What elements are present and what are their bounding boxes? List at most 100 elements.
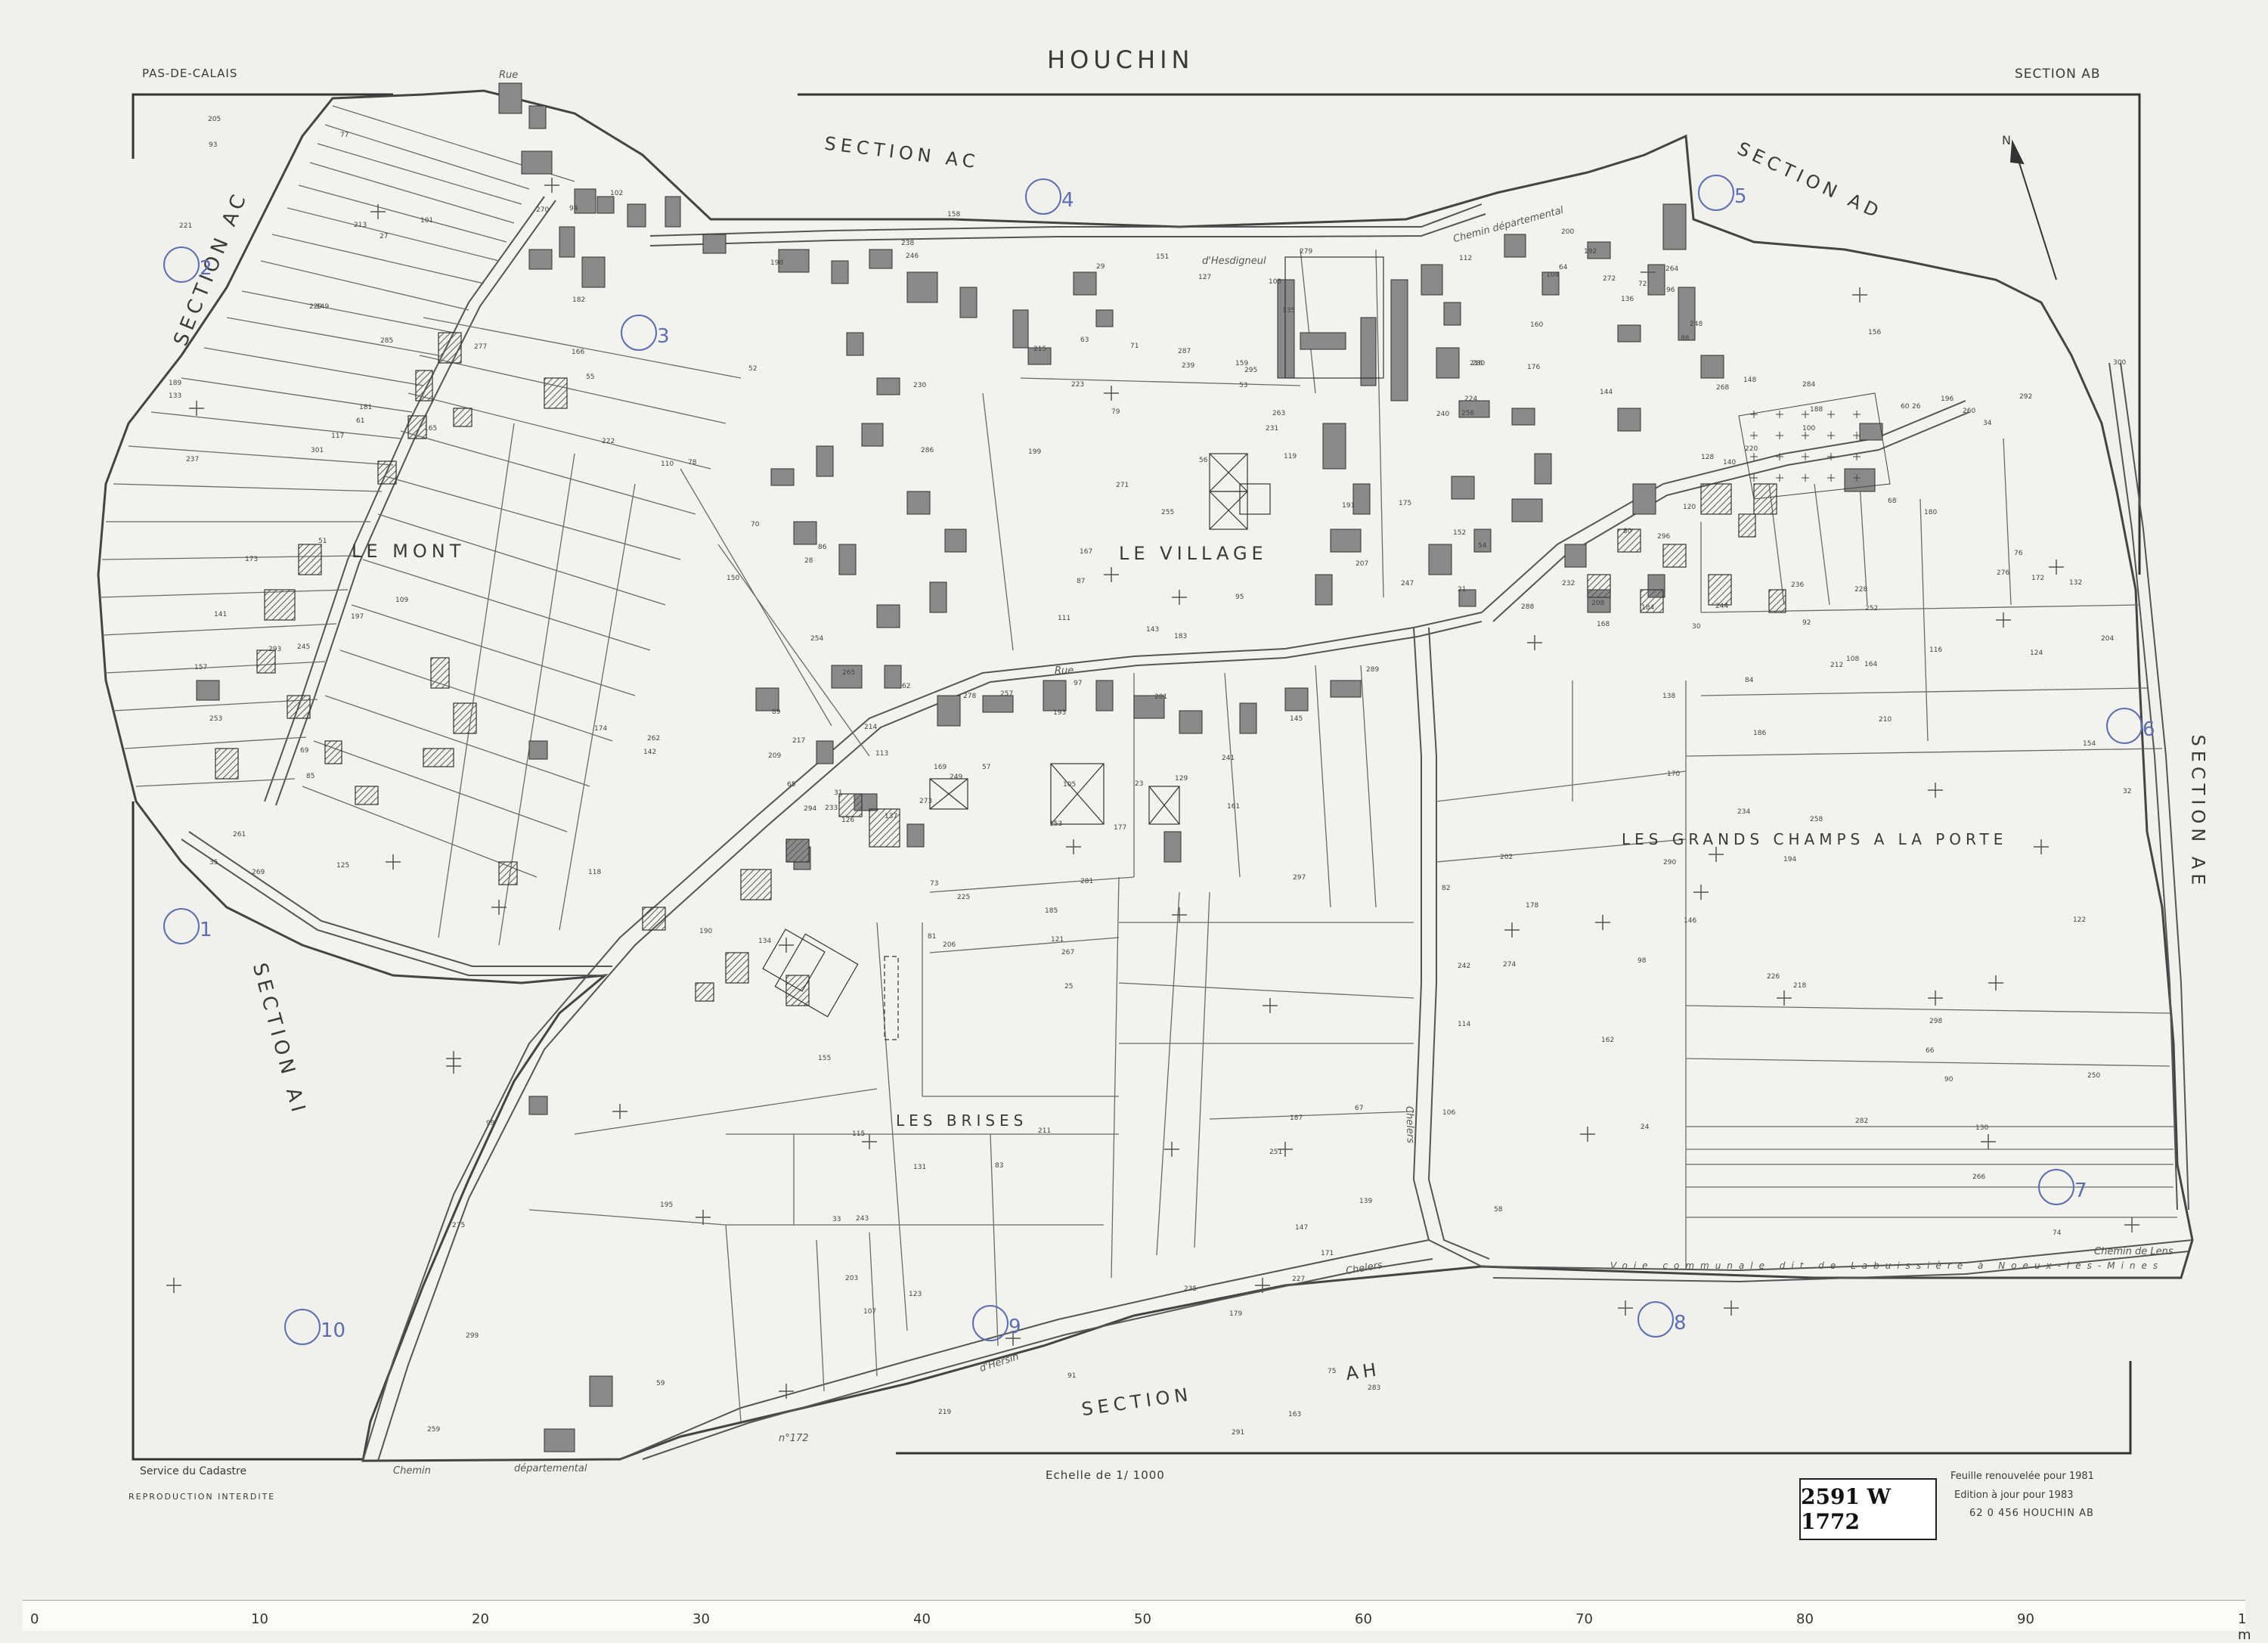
parcel-number: 29 bbox=[1096, 263, 1105, 271]
parcel-number: 273 bbox=[919, 798, 933, 805]
parcel-number: 125 bbox=[336, 862, 350, 870]
road-rue-mid: Rue bbox=[1055, 665, 1074, 677]
parcel-number: 182 bbox=[572, 296, 586, 304]
handwritten-number: 5 bbox=[1734, 185, 1747, 208]
measuring-ruler: 0 10 20 30 40 50 60 70 80 90 1 m bbox=[23, 1600, 2251, 1643]
section-label: SECTION AB bbox=[2015, 67, 2101, 82]
parcel-number: 167 bbox=[1080, 548, 1093, 556]
parcel-number: 233 bbox=[825, 804, 838, 812]
parcel-number: 291 bbox=[1232, 1429, 1245, 1437]
parcel-number: 243 bbox=[856, 1215, 869, 1223]
parcel-number: 263 bbox=[1272, 410, 1286, 417]
parcel-number: 227 bbox=[1292, 1276, 1306, 1283]
parcel-number: 93 bbox=[209, 141, 218, 149]
parcel-number: 194 bbox=[1783, 856, 1797, 863]
ruler-label: 90 bbox=[2017, 1611, 2034, 1627]
parcel-number: 162 bbox=[1601, 1037, 1615, 1044]
parcel-number: 269 bbox=[252, 869, 265, 876]
parcel-number: 95 bbox=[1235, 594, 1244, 601]
parcel-number: 282 bbox=[1855, 1118, 1869, 1125]
parcel-number: 296 bbox=[1657, 533, 1671, 541]
parcel-number: 172 bbox=[2031, 575, 2045, 582]
parcel-number: 289 bbox=[1366, 666, 1380, 674]
parcel-number: 61 bbox=[356, 417, 365, 425]
parcel-number: 59 bbox=[656, 1380, 665, 1387]
parcel-number: 123 bbox=[909, 1291, 922, 1298]
parcel-number: 174 bbox=[594, 725, 608, 733]
parcel-number: 57 bbox=[982, 764, 991, 771]
parcel-number: 242 bbox=[1458, 963, 1471, 970]
parcel-number: 241 bbox=[1222, 755, 1235, 762]
place-les-grands-champs: LES GRANDS CHAMPS A LA PORTE bbox=[1622, 830, 2008, 848]
parcel-number: 195 bbox=[660, 1201, 674, 1209]
handwritten-number: 9 bbox=[1009, 1316, 1021, 1338]
parcel-number: 130 bbox=[1975, 1124, 1989, 1132]
handwritten-number: 8 bbox=[1674, 1312, 1687, 1335]
parcel-number: 176 bbox=[1527, 364, 1541, 371]
parcel-number: 239 bbox=[1182, 362, 1195, 370]
parcel-number: 52 bbox=[748, 365, 758, 373]
handwritten-circle bbox=[1637, 1301, 1674, 1338]
parcel-number: 153 bbox=[1049, 820, 1063, 828]
parcel-number: 285 bbox=[380, 337, 394, 345]
parcel-number: 105 bbox=[1063, 781, 1077, 789]
parcel-number: 278 bbox=[963, 693, 977, 700]
parcel-number: 32 bbox=[2123, 788, 2132, 795]
parcel-number: 261 bbox=[233, 831, 246, 839]
parcel-number: 141 bbox=[214, 611, 228, 618]
parcel-number: 234 bbox=[1737, 808, 1751, 816]
parcel-number: 226 bbox=[1767, 973, 1780, 981]
parcel-number: 213 bbox=[354, 222, 367, 229]
parcel-number: 94 bbox=[569, 205, 578, 212]
parcel-number: 212 bbox=[1830, 662, 1844, 669]
parcel-number: 203 bbox=[845, 1275, 859, 1282]
parcel-number: 134 bbox=[758, 938, 772, 945]
parcel-number: 250 bbox=[2087, 1072, 2101, 1080]
handwritten-number: 10 bbox=[321, 1319, 346, 1342]
parcel-number: 183 bbox=[1174, 633, 1188, 640]
parcel-number: 196 bbox=[1941, 395, 1954, 403]
parcel-number: 244 bbox=[1715, 603, 1729, 610]
ruler-label: 80 bbox=[1796, 1611, 1814, 1627]
parcel-number: 24 bbox=[1641, 1124, 1650, 1131]
parcel-number: 219 bbox=[938, 1409, 952, 1416]
parcel-number: 179 bbox=[1229, 1310, 1243, 1318]
parcel-number: 31 bbox=[834, 789, 843, 797]
commune-title: HOUCHIN bbox=[1047, 45, 1194, 74]
edition-label: Edition à jour pour 1983 bbox=[1954, 1490, 2074, 1501]
parcel-number: 231 bbox=[1266, 425, 1279, 432]
parcel-number: 283 bbox=[1368, 1384, 1381, 1392]
parcel-number: 147 bbox=[1295, 1224, 1309, 1232]
parcel-number: 206 bbox=[943, 941, 956, 949]
road-no172: n°172 bbox=[779, 1433, 809, 1444]
place-le-mont: LE MONT bbox=[352, 541, 466, 562]
parcel-number: 247 bbox=[1401, 580, 1414, 587]
parcel-number: 205 bbox=[208, 116, 222, 123]
parcel-number: 168 bbox=[1597, 621, 1610, 628]
parcel-number: 83 bbox=[995, 1162, 1004, 1170]
parcel-number: 121 bbox=[1051, 936, 1064, 944]
parcel-number: 118 bbox=[588, 869, 602, 876]
parcel-number: 63 bbox=[1080, 336, 1089, 344]
parcel-number: 236 bbox=[1791, 581, 1805, 589]
parcel-number: 170 bbox=[1667, 770, 1681, 778]
ruler-label: 70 bbox=[1576, 1611, 1593, 1627]
handwritten-circle bbox=[163, 908, 200, 944]
parcel-number: 108 bbox=[1846, 656, 1860, 663]
parcel-number: 75 bbox=[1328, 1368, 1337, 1375]
parcel-number: 181 bbox=[359, 404, 373, 411]
parcel-number: 248 bbox=[1690, 321, 1703, 328]
parcel-number: 103 bbox=[1269, 278, 1282, 286]
parcel-number: 218 bbox=[1793, 982, 1807, 990]
parcel-number: 294 bbox=[804, 805, 817, 813]
parcel-number: 185 bbox=[1045, 907, 1058, 915]
parcel-number: 220 bbox=[1745, 445, 1758, 453]
parcel-number: 274 bbox=[1503, 961, 1517, 969]
parcel-number: 201 bbox=[1154, 693, 1168, 701]
parcel-number: 91 bbox=[1067, 1372, 1077, 1380]
parcel-number: 99 bbox=[486, 1120, 495, 1127]
parcel-number: 210 bbox=[1879, 716, 1892, 724]
place-les-brises: LES BRISES bbox=[896, 1111, 1028, 1130]
parcel-number: 277 bbox=[474, 343, 488, 351]
parcel-number: 131 bbox=[913, 1164, 927, 1171]
